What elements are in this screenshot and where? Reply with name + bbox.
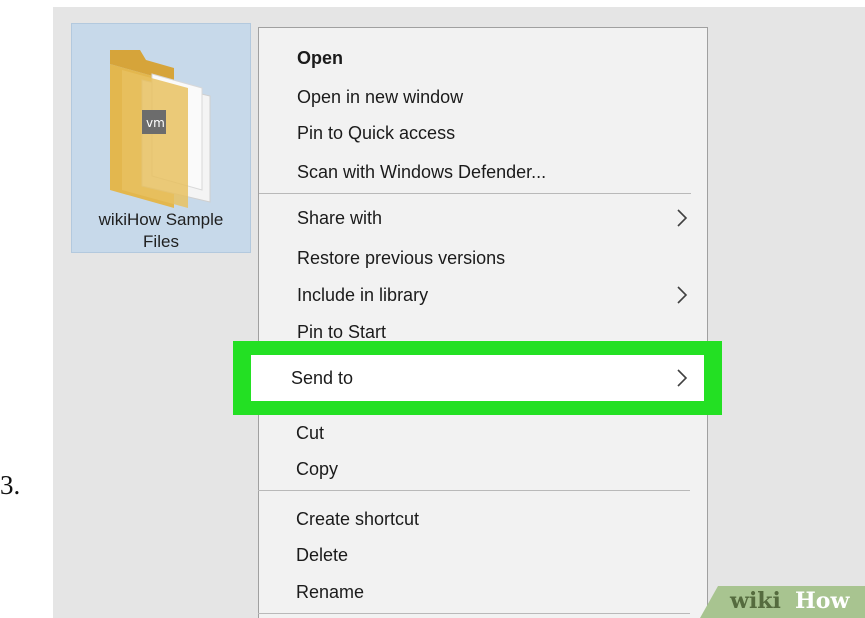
- menu-item-label: Share with: [297, 208, 383, 228]
- chevron-right-icon: [677, 369, 688, 387]
- folder-label-line1: wikiHow Sample: [98, 210, 224, 229]
- menu-item-scan-with-windows-defender[interactable]: Scan with Windows Defender...: [259, 154, 707, 190]
- menu-item-create-shortcut[interactable]: Create shortcut: [258, 501, 708, 537]
- menu-item-label: Open in new window: [297, 87, 464, 107]
- menu-item-label: Open: [297, 48, 344, 68]
- watermark-how-text: How: [795, 588, 850, 614]
- folder-item-wikihow-sample-files[interactable]: vm wikiHow Sample Files: [71, 23, 251, 253]
- folder-label-line2: Files: [143, 232, 179, 251]
- menu-item-open[interactable]: Open: [259, 40, 707, 76]
- menu-item-label: Scan with Windows Defender...: [297, 162, 547, 182]
- folder-badge-text: vm: [146, 116, 165, 130]
- menu-item-label: Create shortcut: [296, 509, 420, 529]
- menu-item-label: Pin to Quick access: [297, 123, 456, 143]
- context-menu-lower: Cut Copy Create shortcut Delete Rename: [258, 415, 708, 618]
- menu-separator: [258, 613, 690, 614]
- chevron-right-icon: [677, 209, 688, 227]
- menu-item-open-in-new-window[interactable]: Open in new window: [259, 79, 707, 115]
- menu-item-label: Cut: [296, 423, 325, 443]
- menu-item-label: Include in library: [297, 285, 429, 305]
- menu-item-cut[interactable]: Cut: [258, 415, 708, 451]
- menu-item-label: Restore previous versions: [297, 248, 506, 268]
- menu-item-pin-to-quick-access[interactable]: Pin to Quick access: [259, 115, 707, 151]
- step-number: 3.: [0, 470, 21, 500]
- folder-label: wikiHow Sample Files: [72, 209, 250, 253]
- watermark-wiki-text: wiki: [730, 588, 781, 614]
- menu-item-label: Delete: [296, 545, 349, 565]
- menu-item-label: Send to: [291, 368, 354, 388]
- menu-item-label: Rename: [296, 582, 365, 602]
- menu-item-share-with[interactable]: Share with: [259, 200, 707, 236]
- chevron-right-icon: [677, 286, 688, 304]
- menu-item-send-to[interactable]: Send to: [251, 355, 704, 401]
- menu-separator: [259, 193, 691, 194]
- menu-separator: [258, 490, 690, 491]
- menu-item-copy[interactable]: Copy: [258, 451, 708, 487]
- menu-item-rename[interactable]: Rename: [258, 574, 708, 610]
- menu-item-restore-previous-versions[interactable]: Restore previous versions: [259, 240, 707, 276]
- folder-icon: vm: [110, 50, 211, 208]
- menu-item-label: Copy: [296, 459, 339, 479]
- menu-item-include-in-library[interactable]: Include in library: [259, 277, 707, 313]
- menu-item-delete[interactable]: Delete: [258, 537, 708, 573]
